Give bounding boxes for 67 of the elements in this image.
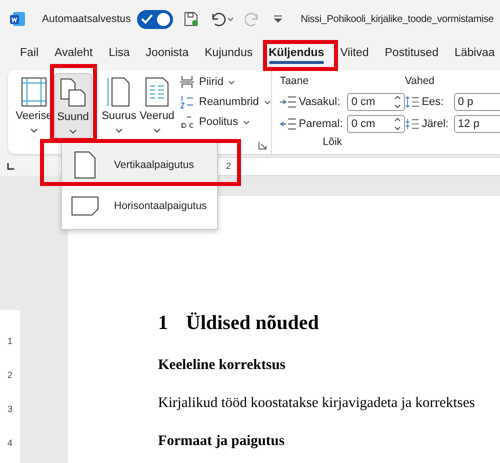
chevron-icon: [69, 129, 77, 134]
margins-icon: [19, 76, 49, 108]
chevron-icon: [115, 128, 123, 133]
subheading: Keeleline korrektsus: [158, 357, 286, 374]
section-title: Vahed: [404, 75, 436, 89]
section-title: Taane: [280, 75, 310, 89]
orientation-icon: [58, 77, 88, 109]
ruler-number: 2: [226, 161, 232, 171]
spacing-icon: [404, 95, 419, 109]
save-icon[interactable]: [182, 11, 199, 27]
heading: Üldised nõuded: [186, 312, 319, 335]
ribbon-tab[interactable]: Joonista: [138, 41, 197, 65]
ribbon-tab[interactable]: Postitused: [376, 41, 446, 65]
field-label: Vasakul:: [298, 96, 342, 108]
breaks-icon: [180, 75, 194, 89]
hyphenation-icon: [180, 115, 194, 129]
chevron-icon: [264, 100, 271, 104]
indent-icon: [280, 118, 296, 130]
portrait-page-icon: [74, 150, 96, 178]
ribbon-tab[interactable]: Avaleht: [46, 41, 101, 65]
paragraph: Kirjalikud tööd koostatakse kirjavigadeta ja korrektses: [158, 395, 476, 412]
spinner-arrows-icon[interactable]: [394, 117, 401, 131]
ribbon-tab[interactable]: Küljendus: [260, 41, 332, 65]
autosave-toggle[interactable]: [136, 10, 173, 28]
autosave-label: Automaatsalvestus: [42, 13, 131, 25]
spin-field[interactable]: 0 cm: [347, 93, 405, 111]
ribbon-button[interactable]: Suurus: [100, 73, 138, 139]
tab-stop-icon[interactable]: [6, 163, 14, 170]
field-label: Paremal:: [298, 118, 344, 130]
ribbon-tab[interactable]: Lisa: [100, 41, 138, 65]
ruler-number: 4: [7, 438, 12, 448]
menu-item[interactable]: Horisontaalpaigutus: [62, 185, 217, 226]
ribbon-button[interactable]: Poolitus: [180, 115, 271, 129]
ribbon-tab[interactable]: Viited: [332, 41, 377, 65]
field-label: Ees:: [422, 96, 445, 108]
ribbon-button[interactable]: Reanumbrid: [180, 95, 271, 109]
chevron-icon: [30, 128, 38, 133]
ribbon-tab[interactable]: Kujundus: [196, 41, 261, 65]
chevron-icon: [228, 80, 236, 84]
group-label: Lõik: [322, 136, 342, 148]
indent-icon: [280, 96, 296, 108]
ribbon-button[interactable]: Suund: [54, 73, 92, 139]
spin-field[interactable]: 12 p: [454, 115, 500, 133]
spacing-icon: [404, 117, 419, 131]
spinner-arrows-icon[interactable]: [394, 95, 401, 109]
line-numbers-icon: [180, 95, 194, 109]
landscape-page-icon: [71, 196, 99, 216]
document-title: Nissi_Pohikooli_kirjalike_toode_vormistamise: [300, 14, 494, 24]
dialog-launcher-icon[interactable]: [258, 141, 267, 150]
ribbon-tab[interactable]: Fail: [12, 41, 47, 65]
ribbon-button[interactable]: Veerud: [138, 73, 176, 139]
ruler-number: 2: [7, 370, 12, 380]
spin-field[interactable]: 0 cm: [347, 115, 405, 133]
chevron-icon: [153, 128, 161, 133]
ruler-number: 1: [7, 336, 12, 346]
subheading: Formaat ja paigutus: [158, 433, 286, 450]
check-icon: [140, 14, 153, 24]
chevron-icon: [243, 120, 250, 124]
spin-field[interactable]: 0 p: [454, 93, 500, 111]
word-logo-icon[interactable]: [10, 11, 26, 27]
field-label: Järel:: [422, 118, 450, 130]
menu-item[interactable]: Vertikaalpaigutus: [62, 144, 217, 185]
ribbon-tab[interactable]: Läbivaa: [446, 41, 500, 65]
heading-number: 1: [158, 312, 168, 335]
customize-icon[interactable]: [272, 14, 283, 24]
ribbon-button[interactable]: Piirid: [180, 75, 271, 89]
ruler-number: 3: [7, 404, 12, 414]
